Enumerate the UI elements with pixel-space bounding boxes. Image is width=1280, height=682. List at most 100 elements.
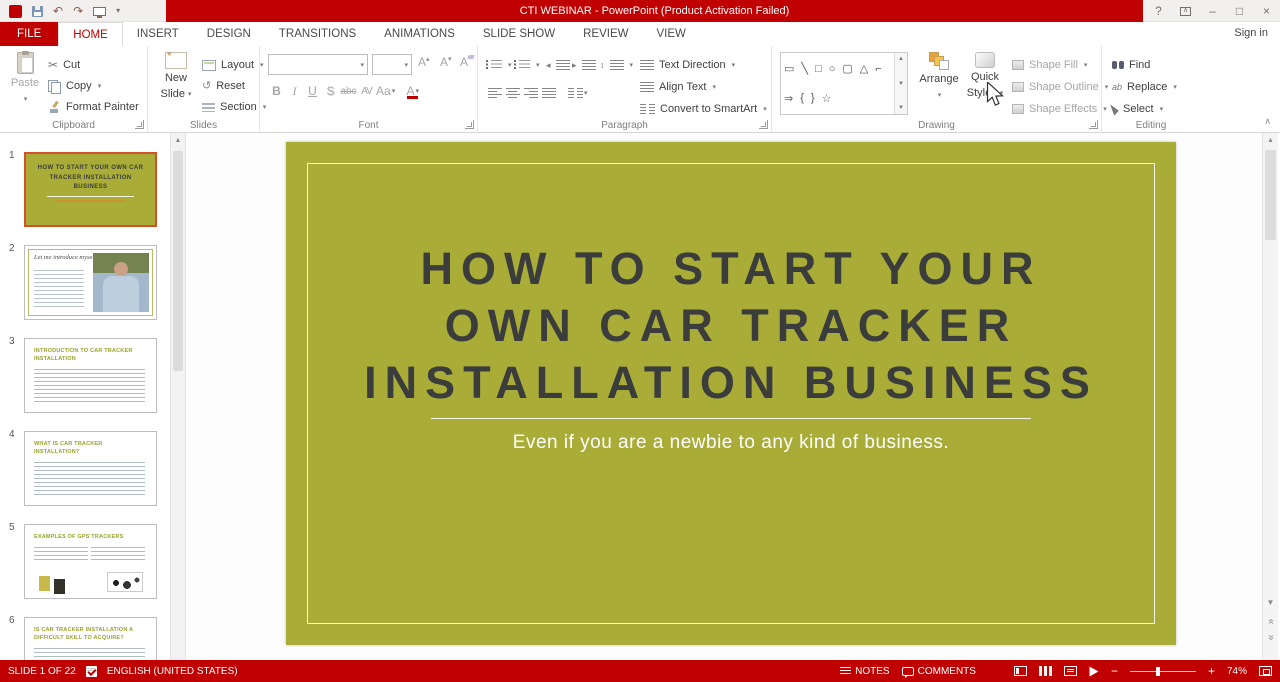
- font-color-button[interactable]: A ▾: [404, 82, 421, 100]
- align-text-button[interactable]: Align Text ▾: [640, 78, 716, 96]
- fit-slide-to-window-button[interactable]: [1259, 666, 1272, 676]
- close-button[interactable]: ×: [1253, 0, 1280, 22]
- start-slideshow-icon[interactable]: [93, 6, 107, 18]
- align-center-button[interactable]: [504, 84, 521, 102]
- find-button[interactable]: Find: [1112, 56, 1150, 74]
- slide-canvas[interactable]: HOW TO START YOUR OWN CAR TRACKER INSTAL…: [286, 142, 1176, 645]
- right-brace-shape-icon[interactable]: }: [811, 92, 815, 105]
- vertical-scrollbar[interactable]: ▲ ▼ « «: [1262, 133, 1278, 660]
- strikethrough-button[interactable]: abc: [340, 82, 357, 100]
- tab-design[interactable]: DESIGN: [193, 22, 265, 46]
- replace-button[interactable]: ab Replace ▾: [1112, 78, 1177, 96]
- tab-slide-show[interactable]: SLIDE SHOW: [469, 22, 569, 46]
- tab-transitions[interactable]: TRANSITIONS: [265, 22, 370, 46]
- bullets-button[interactable]: ▾: [486, 56, 512, 74]
- zoom-percentage[interactable]: 74%: [1227, 666, 1247, 677]
- italic-button[interactable]: I: [286, 82, 303, 100]
- decrease-font-size-button[interactable]: A ▾: [440, 55, 452, 73]
- sign-in-link[interactable]: Sign in: [1234, 27, 1268, 39]
- slide-show-view-button[interactable]: [1089, 666, 1099, 676]
- shapes-gallery-scrollbar[interactable]: ▲ ▼ ▼: [894, 53, 907, 114]
- minimize-button[interactable]: –: [1199, 0, 1226, 22]
- font-dialog-launcher[interactable]: [465, 120, 474, 129]
- arrange-button[interactable]: Arrange ▾: [918, 52, 960, 102]
- change-case-button[interactable]: Aa ▾: [376, 82, 395, 100]
- increase-font-size-button[interactable]: A ▴: [418, 55, 430, 73]
- drawing-dialog-launcher[interactable]: [1089, 120, 1098, 129]
- shape-effects-button[interactable]: Shape Effects ▾: [1012, 100, 1107, 118]
- slide-thumbnail-3[interactable]: INTRODUCTION TO CAR TRACKER INSTALLATION: [24, 338, 157, 413]
- triangle-shape-icon[interactable]: △: [860, 62, 868, 75]
- reset-button[interactable]: ↺ Reset: [202, 77, 245, 95]
- slide-subtitle-textbox[interactable]: Even if you are a newbie to any kind of …: [286, 432, 1176, 454]
- align-right-button[interactable]: [522, 84, 539, 102]
- shape-outline-button[interactable]: Shape Outline ▾: [1012, 78, 1108, 96]
- slide-thumbnail-5[interactable]: EXAMPLES OF GPS TRACKERS: [24, 524, 157, 599]
- paste-button[interactable]: Paste ▾: [6, 51, 44, 106]
- new-slide-button[interactable]: New Slide ▾: [156, 51, 196, 101]
- ribbon-display-options-button[interactable]: [1172, 0, 1199, 22]
- font-name-combobox[interactable]: ▾: [268, 54, 368, 75]
- character-spacing-button[interactable]: AV: [358, 82, 375, 100]
- redo-icon[interactable]: ↷: [73, 5, 83, 17]
- shape-fill-button[interactable]: Shape Fill ▾: [1012, 56, 1087, 74]
- zoom-slider[interactable]: [1129, 666, 1196, 676]
- help-button[interactable]: ?: [1145, 0, 1172, 22]
- comments-button[interactable]: COMMENTS: [901, 666, 976, 678]
- clipboard-dialog-launcher[interactable]: [135, 120, 144, 129]
- thumbnail-panel-scrollbar[interactable]: ▲: [170, 133, 186, 660]
- slide-thumbnail-4[interactable]: WHAT IS CAR TRACKER INSTALLATION?: [24, 431, 157, 506]
- maximize-button[interactable]: □: [1226, 0, 1253, 22]
- slide-thumbnail-6[interactable]: IS CAR TRACKER INSTALLATION A DIFFICULT …: [24, 617, 157, 660]
- scrollbar-thumb[interactable]: [1265, 150, 1276, 240]
- bold-button[interactable]: B: [268, 82, 285, 100]
- save-icon[interactable]: [32, 5, 43, 17]
- language-indicator[interactable]: ENGLISH (UNITED STATES): [107, 666, 238, 677]
- format-painter-button[interactable]: Format Painter: [48, 98, 139, 116]
- elbow-connector-shape-icon[interactable]: ⌐: [875, 62, 881, 75]
- text-box-shape-icon[interactable]: ▭: [784, 62, 794, 75]
- font-size-combobox[interactable]: ▾: [372, 54, 412, 75]
- section-button[interactable]: Section ▾: [202, 98, 266, 116]
- columns-button[interactable]: ▾: [568, 84, 588, 102]
- zoom-in-button[interactable]: +: [1208, 664, 1215, 678]
- select-button[interactable]: Select ▾: [1110, 100, 1163, 118]
- gallery-more-icon[interactable]: ▼: [898, 105, 904, 111]
- paragraph-dialog-launcher[interactable]: [759, 120, 768, 129]
- slide-sorter-view-button[interactable]: [1038, 666, 1052, 676]
- rectangle-shape-icon[interactable]: □: [815, 62, 822, 75]
- zoom-slider-thumb[interactable]: [1155, 666, 1160, 676]
- tab-home[interactable]: HOME: [58, 22, 123, 46]
- line-shape-icon[interactable]: ╲: [801, 62, 808, 75]
- tab-animations[interactable]: ANIMATIONS: [370, 22, 469, 46]
- slide-thumbnail-2[interactable]: Let me introduce myself: [24, 245, 157, 320]
- layout-button[interactable]: Layout ▾: [202, 56, 264, 74]
- justify-button[interactable]: [540, 84, 557, 102]
- slide-editing-area[interactable]: HOW TO START YOUR OWN CAR TRACKER INSTAL…: [187, 133, 1262, 660]
- customize-qat-dropdown-icon[interactable]: ▾: [116, 7, 120, 15]
- scroll-up-icon[interactable]: ▲: [171, 133, 185, 148]
- rounded-rectangle-shape-icon[interactable]: ▢: [842, 62, 852, 75]
- increase-indent-button[interactable]: ▸: [572, 56, 596, 74]
- scroll-up-icon[interactable]: ▲: [898, 56, 904, 62]
- slide-thumbnail-1[interactable]: HOW TO START YOUR OWN CAR TRACKER INSTAL…: [24, 152, 157, 227]
- spell-check-icon[interactable]: [85, 665, 97, 677]
- oval-shape-icon[interactable]: ○: [829, 62, 836, 75]
- tab-file[interactable]: FILE: [0, 22, 59, 46]
- slide-title-textbox[interactable]: HOW TO START YOUR OWN CAR TRACKER INSTAL…: [286, 240, 1176, 411]
- convert-to-smartart-button[interactable]: Convert to SmartArt ▾: [640, 100, 767, 118]
- text-direction-button[interactable]: Text Direction ▾: [640, 56, 735, 74]
- line-spacing-button[interactable]: ↕ ▾: [600, 56, 633, 74]
- numbering-button[interactable]: ▾: [514, 56, 540, 74]
- underline-button[interactable]: U: [304, 82, 321, 100]
- tab-view[interactable]: VIEW: [642, 22, 699, 46]
- scroll-down-icon[interactable]: ▼: [898, 81, 904, 87]
- powerpoint-app-icon[interactable]: [9, 4, 22, 18]
- tab-review[interactable]: REVIEW: [569, 22, 642, 46]
- notes-button[interactable]: NOTES: [840, 666, 890, 677]
- reading-view-button[interactable]: [1063, 666, 1077, 676]
- shapes-gallery[interactable]: ▭ ╲ □ ○ ▢ △ ⌐ ⇒ { } ☆ ▲ ▼ ▼: [780, 52, 908, 115]
- undo-icon[interactable]: ↶: [53, 5, 63, 17]
- scroll-down-icon[interactable]: ▼: [1263, 595, 1278, 610]
- decrease-indent-button[interactable]: ◂: [546, 56, 570, 74]
